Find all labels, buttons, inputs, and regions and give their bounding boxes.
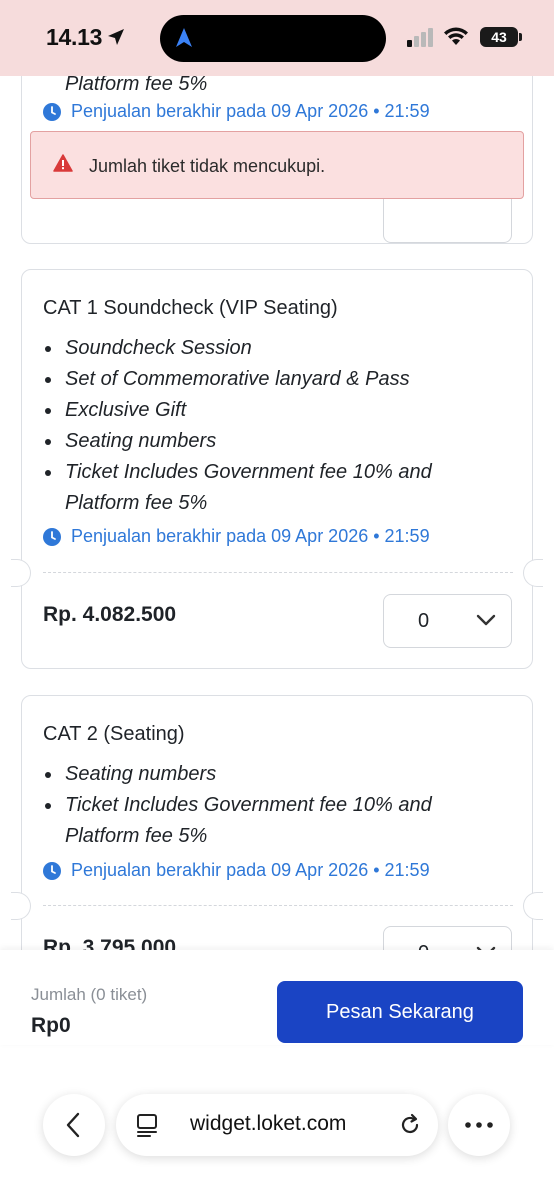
sale-end-info: Penjualan berakhir pada 09 Apr 2026 • 21… <box>43 860 430 881</box>
browser-toolbar: widget.loket.com <box>0 1045 554 1200</box>
clock-icon <box>43 527 61 546</box>
error-icon <box>53 154 73 172</box>
quantity-select[interactable]: 0 <box>383 594 512 648</box>
navigation-arrow-icon <box>176 28 192 47</box>
ticket-notch <box>11 892 31 920</box>
quantity-value: 0 <box>418 610 430 632</box>
more-button[interactable] <box>448 1094 510 1156</box>
sale-end-text: Penjualan berakhir pada 09 Apr 2026 • 21… <box>71 526 430 546</box>
navigation-arrow-icon <box>108 29 124 45</box>
benefit-item: Exclusive Gift <box>43 395 503 426</box>
signal-icon <box>407 28 433 47</box>
status-bar: 14.13 43 <box>0 0 554 76</box>
clock-icon <box>43 102 61 121</box>
sale-end-text: Penjualan berakhir pada 09 Apr 2026 • 21… <box>71 101 430 121</box>
battery-tip <box>519 33 522 41</box>
ticket-notch <box>523 892 543 920</box>
error-toast: Jumlah tiket tidak mencukupi. <box>30 131 524 199</box>
wifi-icon <box>444 27 468 45</box>
benefit-list: Soundcheck Session Set of Commemorative … <box>43 333 503 519</box>
back-button[interactable] <box>43 1094 105 1156</box>
divider <box>43 572 513 573</box>
clock-icon <box>43 861 61 880</box>
benefit-list: Seating numbers Ticket Includes Governme… <box>43 759 503 852</box>
back-icon <box>66 1112 80 1138</box>
ticket-count-label: Jumlah (0 tiket) <box>31 985 148 1004</box>
url-text: widget.loket.com <box>190 1112 347 1135</box>
sale-end-info: Penjualan berakhir pada 09 Apr 2026 • 21… <box>43 526 430 547</box>
order-summary-bar: Jumlah (0 tiket) Rp0 Pesan Sekarang <box>0 950 554 1045</box>
ticket-card: CAT 1 Soundcheck (VIP Seating) Soundchec… <box>11 269 543 669</box>
ticket-title: CAT 2 (Seating) <box>43 723 185 745</box>
address-bar[interactable]: widget.loket.com <box>116 1094 438 1156</box>
benefit-item: Ticket Includes Government fee 10% and P… <box>43 457 503 519</box>
benefit-item: Set of Commemorative lanyard & Pass <box>43 364 503 395</box>
ticket-notch <box>11 559 31 587</box>
ticket-notch <box>523 559 543 587</box>
quantity-value: 0 <box>418 942 429 950</box>
page-icon[interactable] <box>136 1113 158 1137</box>
benefit-item: Seating numbers <box>43 426 503 457</box>
reload-icon[interactable] <box>398 1113 422 1137</box>
ticket-card: CAT 2 (Seating) Seating numbers Ticket I… <box>11 695 543 950</box>
ticket-price: Rp. 3.795.000 <box>43 936 177 950</box>
status-time: 14.13 <box>46 24 103 50</box>
total-price: Rp0 <box>31 1014 71 1037</box>
more-icon <box>465 1122 493 1128</box>
battery-icon: 43 <box>480 27 518 47</box>
benefit-item: Seating numbers <box>43 759 503 790</box>
sale-end-info: Penjualan berakhir pada 09 Apr 2026 • 21… <box>43 101 430 122</box>
chevron-down-icon <box>476 614 496 626</box>
ticket-price: Rp. 4.082.500 <box>43 603 177 626</box>
divider <box>43 905 513 906</box>
sale-end-text: Penjualan berakhir pada 09 Apr 2026 • 21… <box>71 860 430 880</box>
error-message: Jumlah tiket tidak mencukupi. <box>89 156 326 176</box>
benefit-item: Soundcheck Session <box>43 333 503 364</box>
ticket-title: CAT 1 Soundcheck (VIP Seating) <box>43 297 338 319</box>
order-now-button[interactable]: Pesan Sekarang <box>277 981 523 1043</box>
quantity-select[interactable]: 0 <box>383 926 512 950</box>
benefit-item: Ticket Includes Government fee 10% and P… <box>43 790 503 852</box>
